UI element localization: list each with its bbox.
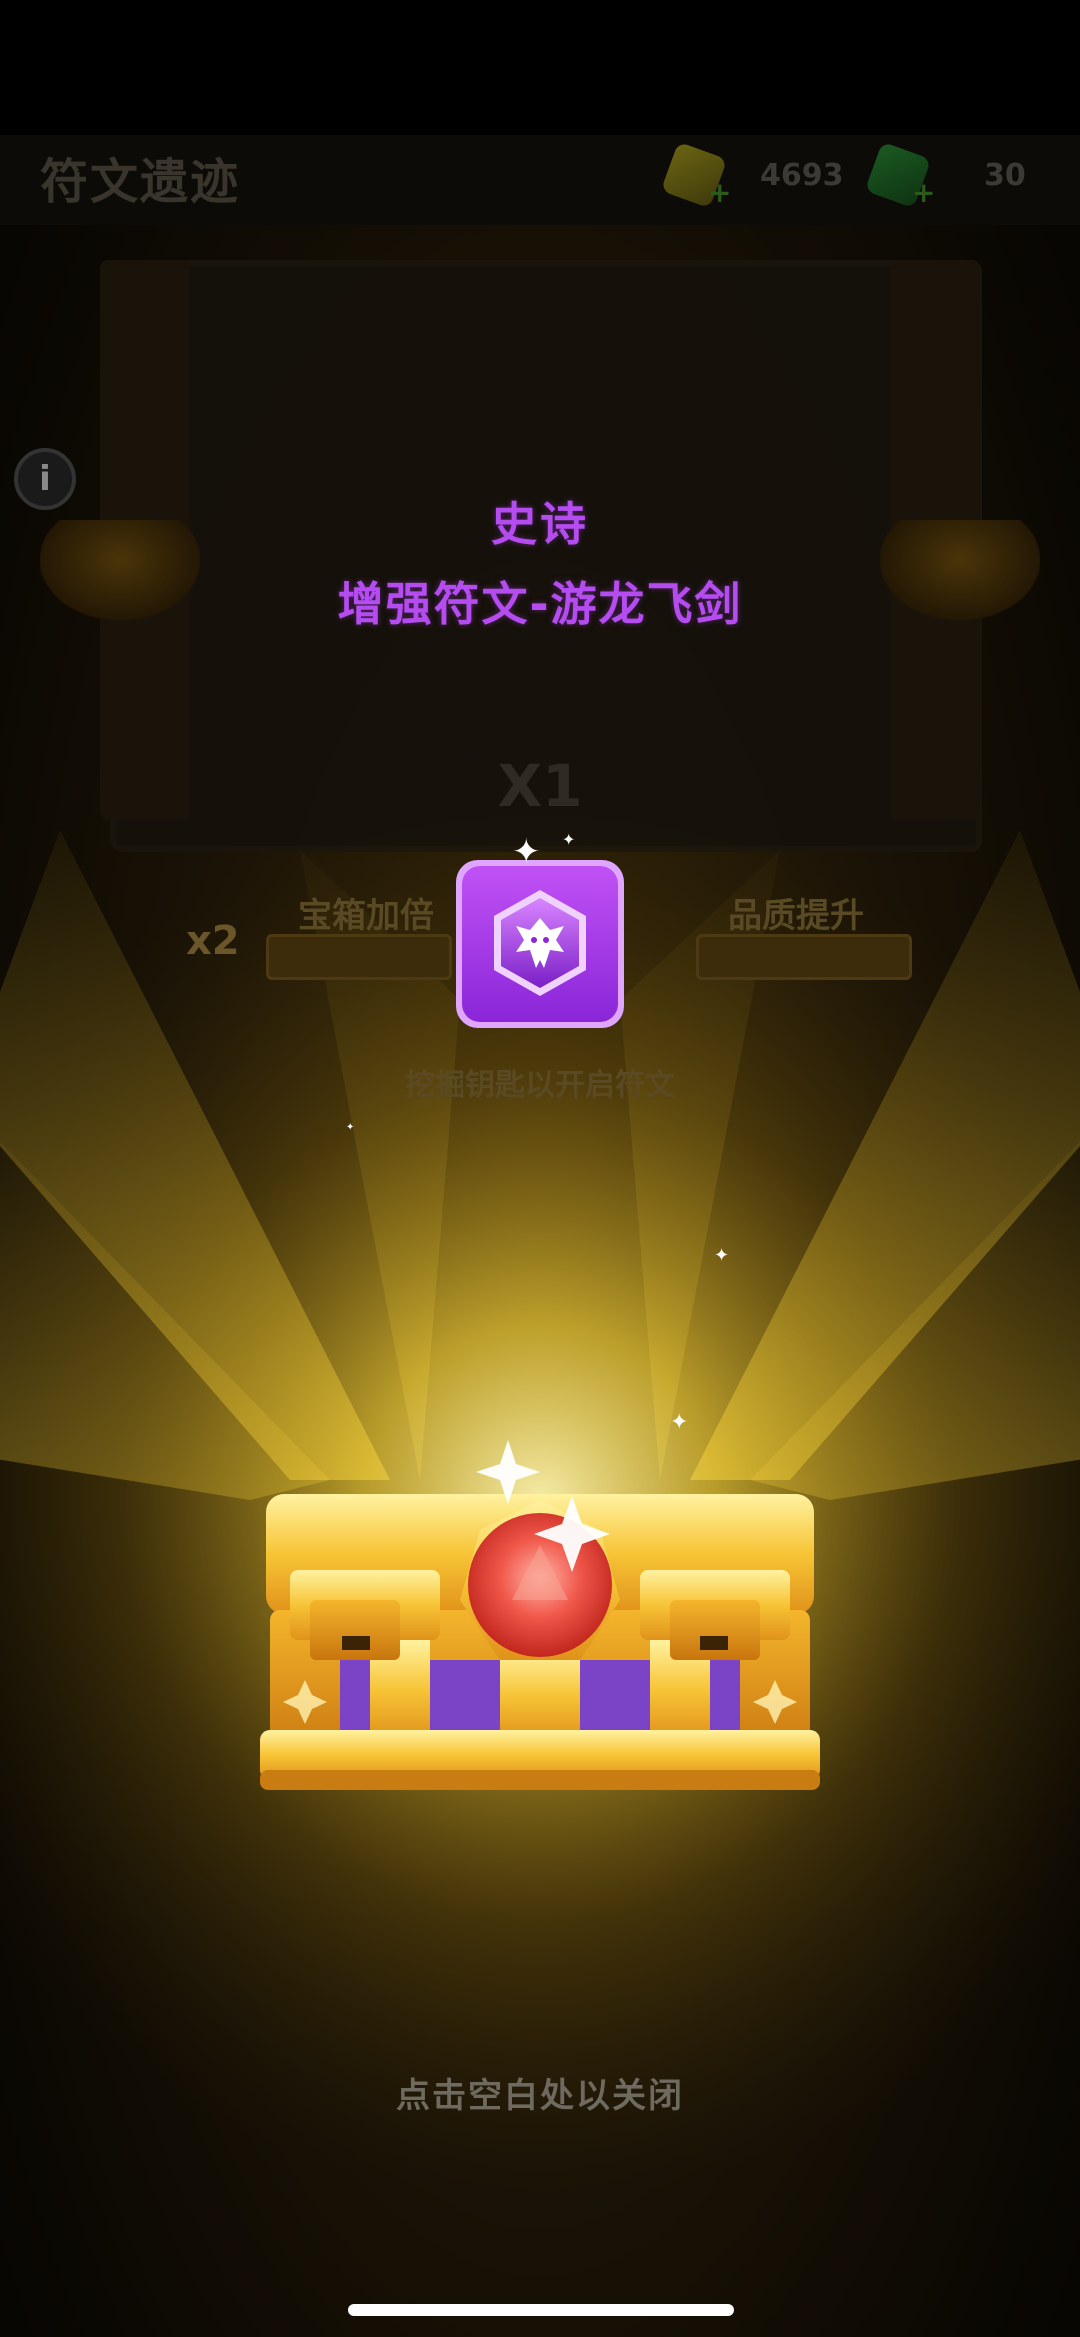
sparkle-icon: ✦ bbox=[562, 830, 576, 849]
dragon-rune-icon bbox=[456, 860, 624, 1028]
reward-overlay[interactable]: 符文遗迹 + 4693 + 30 i 宝箱加倍 x2 品质提升 挖掘钥匙以开启符… bbox=[0, 0, 1080, 2337]
sparkle-icon: ✦ bbox=[714, 1245, 730, 1266]
treasure-chest-icon bbox=[260, 1440, 820, 1790]
gem-amount: 30 bbox=[984, 157, 1026, 193]
bonus-right-bar bbox=[696, 934, 912, 980]
bonus-right-label: 品质提升 bbox=[728, 896, 864, 936]
sparkle-icon: ✦ bbox=[670, 1410, 689, 1435]
dig-hint: 挖掘钥匙以开启符文 bbox=[405, 1068, 675, 1103]
sparkle-icon: ✦ bbox=[512, 832, 541, 872]
home-indicator[interactable] bbox=[348, 2304, 734, 2316]
gold-amount: 4693 bbox=[760, 157, 844, 193]
status-bar bbox=[0, 0, 1080, 135]
bonus-left-badge: x2 bbox=[186, 918, 240, 964]
bonus-left-label: 宝箱加倍 bbox=[298, 896, 434, 936]
gem-currency[interactable]: + 30 bbox=[864, 141, 1026, 209]
close-hint[interactable]: 点击空白处以关闭 bbox=[0, 2068, 1080, 2117]
plus-icon: + bbox=[708, 176, 732, 209]
rarity-label: 史诗 bbox=[491, 497, 589, 551]
page-title: 符文遗迹 bbox=[40, 154, 241, 210]
item-name: 增强符文-游龙飞剑 bbox=[337, 577, 743, 631]
plus-icon: + bbox=[912, 176, 936, 209]
sparkle-icon: ✦ bbox=[346, 1122, 355, 1133]
reward-quantity: X1 bbox=[497, 752, 583, 820]
bonus-left-bar bbox=[266, 934, 452, 980]
gold-currency[interactable]: + 4693 bbox=[660, 141, 844, 209]
